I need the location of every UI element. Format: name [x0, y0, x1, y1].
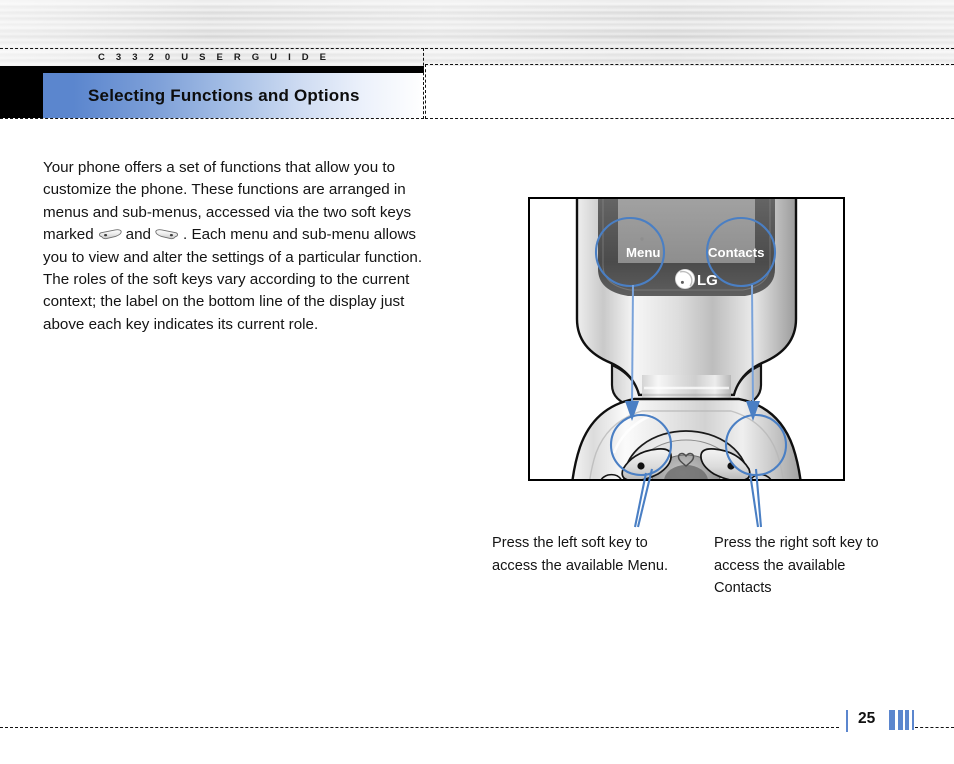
page-title-bar: Selecting Functions and Options: [43, 73, 424, 118]
lg-logo: LG: [674, 269, 718, 290]
body-paragraph-1-and: and: [125, 226, 151, 244]
title-dashed-rule-vertical-inner: [423, 48, 424, 119]
footer-accent-bar-3: [905, 710, 909, 730]
footer-accent-tick: [846, 710, 848, 732]
body-paragraph-1: Your phone offers a set of functions tha…: [43, 157, 435, 269]
title-dashed-rule-bottom-left: [0, 118, 424, 119]
caption-right-soft-key: Press the right soft key to access the a…: [714, 535, 879, 596]
page-title: Selecting Functions and Options: [88, 85, 360, 105]
running-head: C 3 3 2 0 U S E R G U I D E: [0, 48, 424, 66]
title-dashed-rule-vertical-outer: [425, 64, 426, 119]
svg-text:LG: LG: [697, 272, 718, 289]
body-copy: Your phone offers a set of functions tha…: [43, 157, 435, 336]
footer-accent-bar-1: [889, 710, 895, 730]
header-dashed-rule-right-lower: [425, 64, 954, 65]
header-dashed-rule-right: [425, 48, 954, 49]
phone-illustration: Menu Contacts LG: [571, 199, 802, 479]
footer-accent-bar-2: [897, 710, 903, 730]
body-paragraph-2: The roles of the soft keys vary accordin…: [43, 271, 410, 333]
page-number: 25: [858, 710, 876, 727]
phone-figure-box: Menu Contacts LG: [528, 197, 845, 481]
display-softkey-label-right: Contacts: [708, 245, 764, 260]
phone-left-soft-key-dot: [637, 462, 645, 470]
right-softkey-icon: [155, 229, 179, 240]
footer-accent-bar-4: [911, 710, 914, 730]
title-dashed-rule-bottom-right: [425, 118, 954, 119]
caption-left-soft-key: Press the left soft key to access the av…: [492, 535, 669, 574]
display-softkey-label-left: Menu: [626, 245, 660, 260]
footer-dashed-rule-left: [0, 727, 839, 728]
phone-right-soft-key-dot: [727, 462, 735, 470]
footer-accent-bars: [889, 710, 914, 730]
left-softkey-icon: [98, 229, 122, 240]
running-head-text: C 3 3 2 0 U S E R G U I D E: [98, 51, 331, 63]
footer-dashed-rule-right: [915, 727, 954, 728]
